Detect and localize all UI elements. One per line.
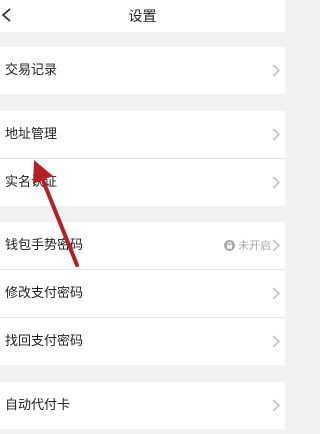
row-label: 地址管理: [5, 127, 58, 142]
row-address-management[interactable]: 地址管理: [0, 111, 285, 158]
row-transaction-history[interactable]: 交易记录: [0, 47, 285, 94]
row-recover-payment-password[interactable]: 找回支付密码: [0, 318, 285, 365]
chevron-right-icon: [272, 287, 280, 300]
status-badge: 未开启: [224, 222, 271, 269]
page-title: 设置: [128, 9, 157, 25]
chevron-right-icon: [272, 128, 280, 141]
chevron-right-icon: [272, 239, 280, 252]
chevron-right-icon: [272, 176, 280, 189]
status-text: 未开启: [238, 239, 271, 252]
row-label: 钱包手势密码: [5, 238, 84, 253]
row-real-name-verification[interactable]: 实名认证: [0, 159, 285, 206]
row-wallet-gesture-password[interactable]: 钱包手势密码 未开启: [0, 222, 285, 269]
nav-header: 设置: [0, 0, 285, 32]
row-label: 找回支付密码: [5, 334, 84, 349]
chevron-right-icon: [272, 399, 280, 412]
row-label: 自动代付卡: [5, 398, 71, 413]
row-label: 交易记录: [5, 63, 58, 78]
row-auto-pay-card[interactable]: 自动代付卡: [0, 382, 285, 429]
row-label: 实名认证: [5, 175, 58, 190]
row-label: 修改支付密码: [5, 286, 84, 301]
lock-icon: [224, 239, 235, 251]
chevron-right-icon: [272, 335, 280, 348]
row-change-payment-password[interactable]: 修改支付密码: [0, 270, 285, 317]
chevron-right-icon: [272, 64, 280, 77]
